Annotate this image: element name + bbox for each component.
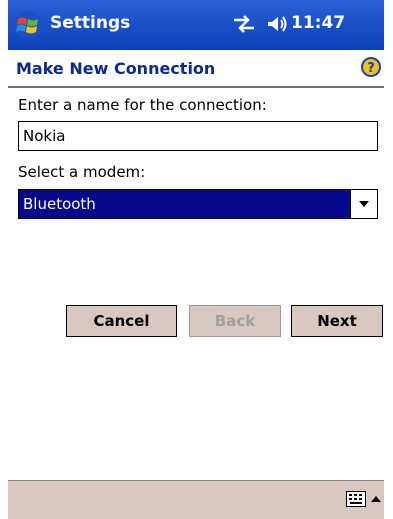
keyboard-icon[interactable] bbox=[346, 491, 366, 507]
windows-flag-icon[interactable] bbox=[12, 10, 44, 40]
svg-text:?: ? bbox=[367, 61, 375, 76]
menu-bar bbox=[8, 480, 384, 519]
connection-name-input[interactable] bbox=[18, 121, 378, 151]
device-screen: Settings 11:47 Make New Connection ? Ent… bbox=[8, 0, 384, 519]
screen-edge bbox=[384, 0, 393, 518]
speaker-icon[interactable] bbox=[266, 14, 288, 34]
help-icon[interactable]: ? bbox=[360, 56, 382, 78]
chevron-down-icon[interactable] bbox=[350, 190, 377, 218]
connectivity-arrows-icon[interactable] bbox=[232, 14, 256, 34]
cancel-button[interactable]: Cancel bbox=[66, 305, 177, 337]
modem-dropdown[interactable]: Bluetooth bbox=[18, 189, 378, 219]
modem-label: Select a modem: bbox=[18, 163, 146, 181]
clock[interactable]: 11:47 bbox=[291, 13, 345, 33]
title-bar: Settings 11:47 bbox=[8, 0, 384, 50]
app-title: Settings bbox=[50, 13, 131, 33]
connection-name-label: Enter a name for the connection: bbox=[18, 96, 267, 114]
modem-selected-value[interactable]: Bluetooth bbox=[19, 190, 351, 218]
next-button[interactable]: Next bbox=[291, 305, 383, 337]
page-header: Make New Connection ? bbox=[8, 50, 384, 88]
up-arrow-icon[interactable] bbox=[370, 489, 382, 509]
page-title: Make New Connection bbox=[16, 59, 216, 78]
back-button: Back bbox=[189, 305, 281, 337]
